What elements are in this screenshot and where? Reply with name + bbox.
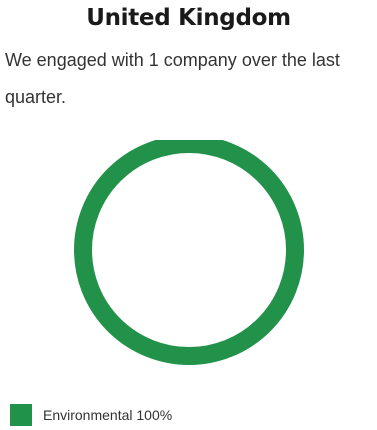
legend-category: Environmental xyxy=(43,407,133,423)
donut-slice-environmental xyxy=(74,140,304,365)
legend-swatch-environmental xyxy=(10,404,32,426)
engagement-summary: We engaged with 1 company over the last … xyxy=(5,50,340,107)
legend-label-environmental: Environmental 100% xyxy=(43,404,172,426)
country-engagement-card: United Kingdom We engaged with 1 company… xyxy=(0,0,377,430)
chart-legend: Environmental 100% xyxy=(10,404,172,426)
legend-percent: 100% xyxy=(136,407,173,423)
donut-chart xyxy=(74,140,304,365)
chart-title: United Kingdom xyxy=(86,5,291,31)
